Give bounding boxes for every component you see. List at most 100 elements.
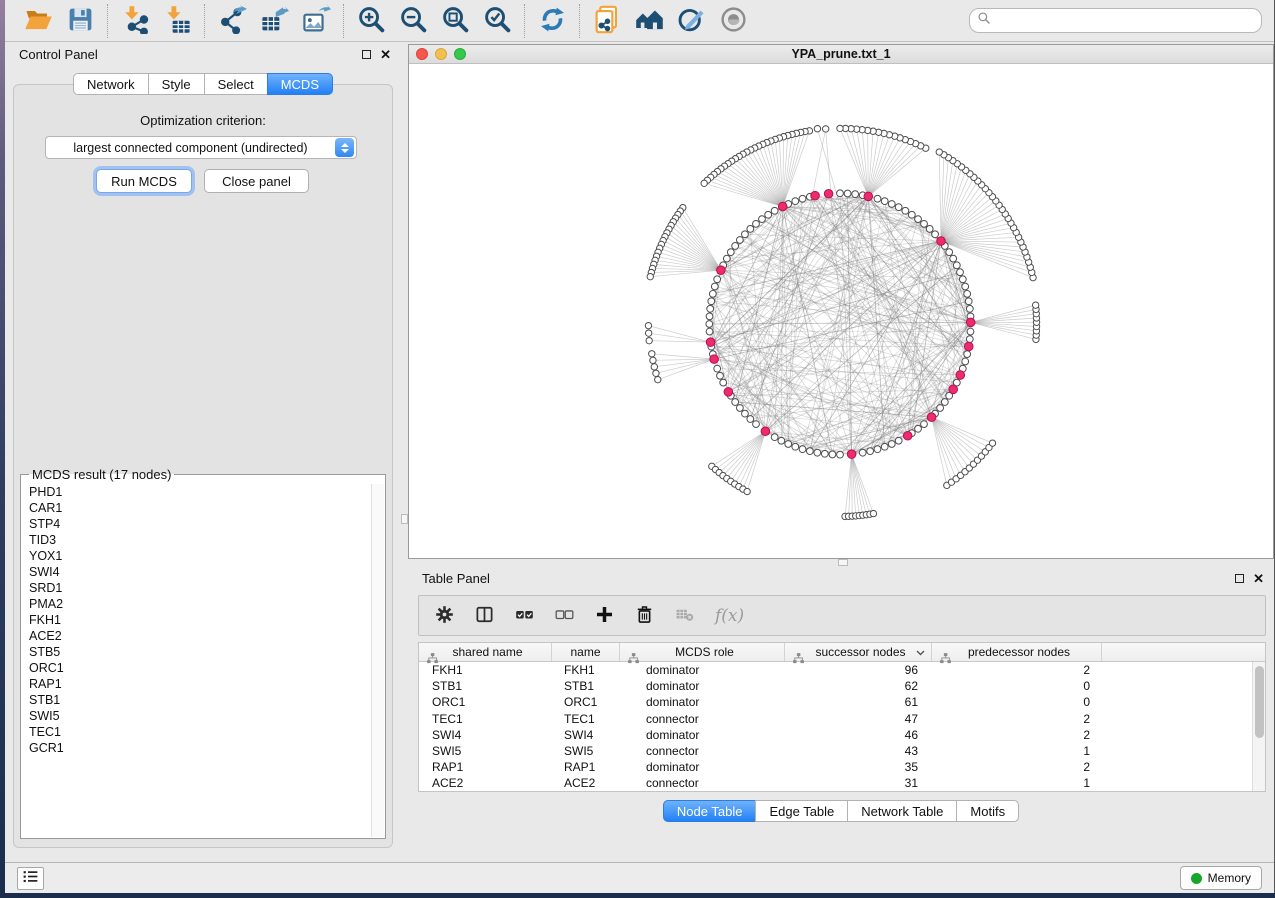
criterion-label: Optimization criterion: <box>14 113 392 128</box>
table-scrollbar[interactable] <box>1252 662 1265 791</box>
table-row[interactable]: ACE2ACE2connector311 <box>419 775 1265 791</box>
home-button[interactable] <box>628 4 670 38</box>
column-label: MCDS role <box>675 645 734 659</box>
tab-select[interactable]: Select <box>204 73 268 95</box>
column-header-shared-name[interactable]: shared name <box>419 643 552 661</box>
criterion-dropdown[interactable]: largest connected component (undirected) <box>45 136 357 159</box>
vertical-splitter[interactable] <box>401 42 408 862</box>
mcds-result-list[interactable]: PHD1CAR1STP4TID3YOX1SWI4SRD1PMA2FKH1ACE2… <box>22 484 371 837</box>
mcds-result-item[interactable]: PHD1 <box>22 484 371 500</box>
table-cell: 2 <box>932 712 1102 726</box>
splitter-handle[interactable] <box>838 559 848 566</box>
network-from-file-button[interactable] <box>586 4 628 38</box>
table-row[interactable]: YOX1YOX1connector291 <box>419 792 1265 793</box>
column-header-name[interactable]: name <box>552 643 620 661</box>
open-file-button[interactable] <box>17 4 59 38</box>
save-button[interactable] <box>59 4 101 38</box>
network-graph[interactable] <box>409 64 1273 558</box>
zoom-out-button[interactable] <box>392 4 434 38</box>
network-canvas[interactable] <box>409 64 1273 558</box>
column-label: predecessor nodes <box>968 645 1070 659</box>
close-icon[interactable]: ✕ <box>1253 572 1264 585</box>
node-table: shared namename MCDS role successor nodes p… <box>418 642 1266 792</box>
task-history-button[interactable] <box>17 867 44 890</box>
horizontal-splitter[interactable] <box>408 559 1274 566</box>
mcds-result-item[interactable]: FKH1 <box>22 612 371 628</box>
eye-button[interactable] <box>712 4 754 38</box>
scrollbar-thumb[interactable] <box>1255 666 1264 738</box>
tab-mcds[interactable]: MCDS <box>267 73 333 95</box>
export-table-button[interactable] <box>253 4 295 38</box>
home-icon <box>635 5 664 37</box>
zoom-fit-button[interactable] <box>434 4 476 38</box>
pen-circle-button[interactable] <box>670 4 712 38</box>
memory-button[interactable]: Memory <box>1180 866 1262 890</box>
tab-motifs[interactable]: Motifs <box>956 800 1019 822</box>
delete-button[interactable] <box>635 601 654 631</box>
tab-edge-table[interactable]: Edge Table <box>755 800 848 822</box>
zoom-fit-icon <box>441 5 470 37</box>
table-row[interactable]: RAP1RAP1dominator352 <box>419 759 1265 775</box>
network-window: YPA_prune.txt_1 <box>408 44 1274 559</box>
mcds-result-item[interactable]: SRD1 <box>22 580 371 596</box>
control-panel-titlebar: Control Panel ✕ <box>5 42 401 66</box>
float-icon[interactable] <box>362 50 371 59</box>
mcds-result-item[interactable]: PMA2 <box>22 596 371 612</box>
close-panel-button[interactable]: Close panel <box>204 169 309 193</box>
column-header-MCDS-role[interactable]: MCDS role <box>620 643 785 661</box>
list-icon <box>23 870 38 888</box>
table-row[interactable]: SWI4SWI4dominator462 <box>419 727 1265 743</box>
tab-node-table[interactable]: Node Table <box>663 800 757 822</box>
run-mcds-button[interactable]: Run MCDS <box>96 169 192 193</box>
mcds-result-item[interactable]: RAP1 <box>22 676 371 692</box>
add-icon <box>595 605 614 627</box>
table-row[interactable]: TEC1TEC1connector472 <box>419 711 1265 727</box>
float-icon[interactable] <box>1235 574 1244 583</box>
network-window-title: YPA_prune.txt_1 <box>409 47 1273 61</box>
mcds-result-item[interactable]: SWI4 <box>22 564 371 580</box>
close-icon[interactable]: ✕ <box>380 48 391 61</box>
mcds-result-item[interactable]: TEC1 <box>22 724 371 740</box>
search-input[interactable] <box>996 14 1254 28</box>
add-button[interactable] <box>595 601 614 631</box>
mcds-result-item[interactable]: TID3 <box>22 532 371 548</box>
mcds-result-item[interactable]: STB5 <box>22 644 371 660</box>
table-panel-titlebar: Table Panel ✕ <box>408 566 1274 590</box>
tab-network-table[interactable]: Network Table <box>847 800 957 822</box>
network-window-titlebar[interactable]: YPA_prune.txt_1 <box>409 45 1273 64</box>
table-row[interactable]: SWI5SWI5connector431 <box>419 743 1265 759</box>
mcds-result-item[interactable]: CAR1 <box>22 500 371 516</box>
table-row[interactable]: FKH1FKH1dominator962 <box>419 662 1265 678</box>
tab-network[interactable]: Network <box>73 73 149 95</box>
mcds-result-item[interactable]: YOX1 <box>22 548 371 564</box>
table-row[interactable]: STB1STB1dominator620 <box>419 678 1265 694</box>
search-box[interactable] <box>969 8 1262 33</box>
tab-style[interactable]: Style <box>148 73 205 95</box>
deselect-all-button[interactable] <box>555 601 574 631</box>
import-network-button[interactable] <box>114 4 156 38</box>
export-image-button[interactable] <box>295 4 337 38</box>
function-icon: f(x) <box>715 606 744 626</box>
mcds-list-scrollbar[interactable] <box>371 484 384 837</box>
table-row[interactable]: ORC1ORC1dominator610 <box>419 694 1265 710</box>
mcds-result-item[interactable]: SWI5 <box>22 708 371 724</box>
mcds-result-item[interactable]: ORC1 <box>22 660 371 676</box>
mcds-result-item[interactable]: GCR1 <box>22 740 371 756</box>
function-button[interactable]: f(x) <box>715 601 744 631</box>
zoom-in-button[interactable] <box>350 4 392 38</box>
export-network-button[interactable] <box>211 4 253 38</box>
table-cell: TEC1 <box>419 712 552 726</box>
column-header-predecessor-nodes[interactable]: predecessor nodes <box>932 643 1102 661</box>
splitter-handle[interactable] <box>401 514 408 524</box>
mcds-result-item[interactable]: ACE2 <box>22 628 371 644</box>
select-all-button[interactable] <box>515 601 534 631</box>
gear-button[interactable] <box>435 601 454 631</box>
refresh-button[interactable] <box>531 4 573 38</box>
mcds-result-item[interactable]: STP4 <box>22 516 371 532</box>
split-panel-button[interactable] <box>475 601 494 631</box>
column-header-successor-nodes[interactable]: successor nodes <box>785 643 932 661</box>
mcds-result-item[interactable]: STB1 <box>22 692 371 708</box>
delete-table-button[interactable] <box>675 601 694 631</box>
import-table-button[interactable] <box>156 4 198 38</box>
zoom-selected-button[interactable] <box>476 4 518 38</box>
